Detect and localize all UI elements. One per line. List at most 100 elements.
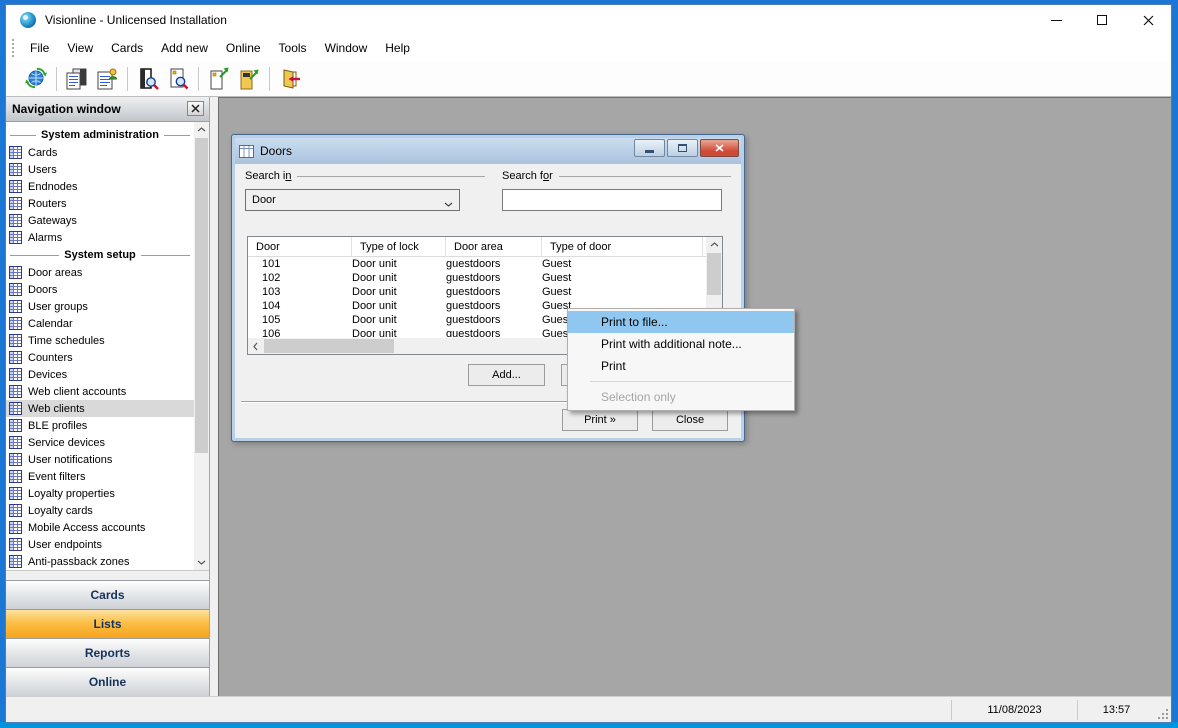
maximize-button[interactable]: [1079, 5, 1125, 35]
context-menu-item-print-with-additional-note[interactable]: Print with additional note...: [568, 333, 794, 355]
table-row[interactable]: 103Door unitguestdoorsGuest: [248, 285, 722, 299]
card-copy-button[interactable]: [62, 65, 92, 93]
dialog-close-button[interactable]: [700, 139, 739, 157]
scrollbar-thumb[interactable]: [264, 339, 394, 353]
column-header-door-area[interactable]: Door area: [446, 237, 542, 256]
context-menu-item-print[interactable]: Print: [568, 355, 794, 377]
toolbar-separator: [56, 67, 57, 91]
sidebar-item-user-notifications[interactable]: User notifications: [6, 451, 194, 468]
table-row[interactable]: 102Door unitguestdoorsGuest: [248, 271, 722, 285]
maximize-icon: [678, 144, 687, 152]
sidebar-item-ble-profiles[interactable]: BLE profiles: [6, 417, 194, 434]
resize-grip[interactable]: [1155, 697, 1171, 722]
menubar: FileViewCardsAdd newOnlineToolsWindowHel…: [6, 35, 1171, 61]
menu-item-help[interactable]: Help: [376, 35, 419, 61]
card-copy-icon: [65, 67, 89, 91]
exit-door-button[interactable]: [275, 65, 305, 93]
sidebar-item-time-schedules[interactable]: Time schedules: [6, 332, 194, 349]
sidebar-item-cards[interactable]: Cards: [6, 144, 194, 161]
sidebar-item-web-client-accounts[interactable]: Web client accounts: [6, 383, 194, 400]
scrollbar-thumb[interactable]: [195, 138, 208, 453]
menubar-gripper[interactable]: [12, 39, 17, 57]
menu-item-cards[interactable]: Cards: [102, 35, 152, 61]
search-for-input[interactable]: [502, 189, 722, 211]
menu-item-online[interactable]: Online: [217, 35, 270, 61]
doors-dialog-titlebar[interactable]: Doors: [235, 138, 741, 164]
nav-tab-reports[interactable]: Reports: [6, 638, 209, 667]
sidebar-item-calendar[interactable]: Calendar: [6, 315, 194, 332]
sidebar-item-loyalty-properties[interactable]: Loyalty properties: [6, 485, 194, 502]
card-user-button[interactable]: [92, 65, 122, 93]
table-icon: [9, 351, 22, 364]
navigation-close-button[interactable]: [187, 101, 204, 116]
print-button[interactable]: Print »: [562, 409, 638, 431]
print-context-menu: Print to file...Print with additional no…: [567, 308, 795, 411]
sidebar-item-service-devices[interactable]: Service devices: [6, 434, 194, 451]
sidebar-item-loyalty-cards[interactable]: Loyalty cards: [6, 502, 194, 519]
menu-item-window[interactable]: Window: [316, 35, 377, 61]
dialog-maximize-button[interactable]: [667, 139, 698, 157]
dialog-minimize-button[interactable]: [634, 139, 665, 157]
minimize-button[interactable]: [1033, 5, 1079, 35]
scroll-down-icon[interactable]: [194, 555, 209, 570]
card-checkout-button[interactable]: [234, 65, 264, 93]
table-icon: [9, 385, 22, 398]
sidebar-item-doors[interactable]: Doors: [6, 281, 194, 298]
doors-dialog-title: Doors: [260, 144, 292, 158]
sidebar-item-gateways[interactable]: Gateways: [6, 212, 194, 229]
context-menu-item-print-to-file[interactable]: Print to file...: [568, 311, 794, 333]
sidebar-item-user-groups[interactable]: User groups: [6, 298, 194, 315]
sidebar-item-devices[interactable]: Devices: [6, 366, 194, 383]
column-header-type-of-lock[interactable]: Type of lock: [352, 237, 446, 256]
scroll-left-icon[interactable]: [248, 338, 263, 354]
sidebar-item-counters[interactable]: Counters: [6, 349, 194, 366]
column-header-type-of-door[interactable]: Type of door: [542, 237, 703, 256]
sidebar-item-door-areas[interactable]: Door areas: [6, 264, 194, 281]
door-search-button[interactable]: [133, 65, 163, 93]
sidebar-item-endnodes[interactable]: Endnodes: [6, 178, 194, 195]
menu-item-add-new[interactable]: Add new: [152, 35, 217, 61]
sidebar-item-web-clients[interactable]: Web clients: [6, 400, 194, 417]
search-in-value: Door: [252, 194, 276, 206]
document-search-button[interactable]: [163, 65, 193, 93]
menu-item-view[interactable]: View: [58, 35, 102, 61]
table-icon: [9, 538, 22, 551]
minimize-icon: [1051, 20, 1062, 21]
sidebar-item-anti-passback-zones[interactable]: Anti-passback zones: [6, 553, 194, 570]
sidebar-item-mobile-access-accounts[interactable]: Mobile Access accounts: [6, 519, 194, 536]
nav-tab-lists[interactable]: Lists: [6, 609, 209, 638]
sidebar-item-event-filters[interactable]: Event filters: [6, 468, 194, 485]
add-button[interactable]: Add...: [468, 364, 545, 386]
dialog-close-action-button[interactable]: Close: [652, 409, 728, 431]
table-icon: [9, 180, 22, 193]
search-in-dropdown[interactable]: Door: [245, 189, 460, 211]
nav-section-heading-system-setup: System setup: [6, 246, 194, 264]
nav-tab-online[interactable]: Online: [6, 667, 209, 696]
close-button[interactable]: [1125, 5, 1171, 35]
sidebar-item-user-endpoints[interactable]: User endpoints: [6, 536, 194, 553]
navigation-title: Navigation window: [12, 102, 121, 116]
menu-item-file[interactable]: File: [21, 35, 58, 61]
context-menu-item-selection-only: Selection only: [568, 386, 794, 408]
navigation-scrollbar[interactable]: [194, 122, 209, 570]
sidebar-item-alarms[interactable]: Alarms: [6, 229, 194, 246]
sidebar-item-users[interactable]: Users: [6, 161, 194, 178]
table-icon: [9, 266, 22, 279]
door-checkout-icon: [207, 67, 231, 91]
status-date: 11/08/2023: [951, 700, 1077, 720]
scrollbar-thumb[interactable]: [707, 253, 721, 295]
navigation-panel: Navigation window System administrationC…: [6, 97, 210, 696]
table-icon: [9, 555, 22, 568]
visionline-logo-icon: [20, 12, 36, 28]
scroll-up-icon[interactable]: [194, 122, 209, 137]
nav-tab-cards[interactable]: Cards: [6, 580, 209, 609]
globe-sync-button[interactable]: [21, 65, 51, 93]
sidebar-item-routers[interactable]: Routers: [6, 195, 194, 212]
menu-item-tools[interactable]: Tools: [270, 35, 316, 61]
table-row[interactable]: 101Door unitguestdoorsGuest: [248, 257, 722, 271]
door-checkout-button[interactable]: [204, 65, 234, 93]
navigation-list: System administrationCardsUsersEndnodesR…: [6, 122, 194, 570]
table-icon: [9, 334, 22, 347]
scroll-up-icon[interactable]: [706, 237, 722, 252]
column-header-door[interactable]: Door: [248, 237, 352, 256]
